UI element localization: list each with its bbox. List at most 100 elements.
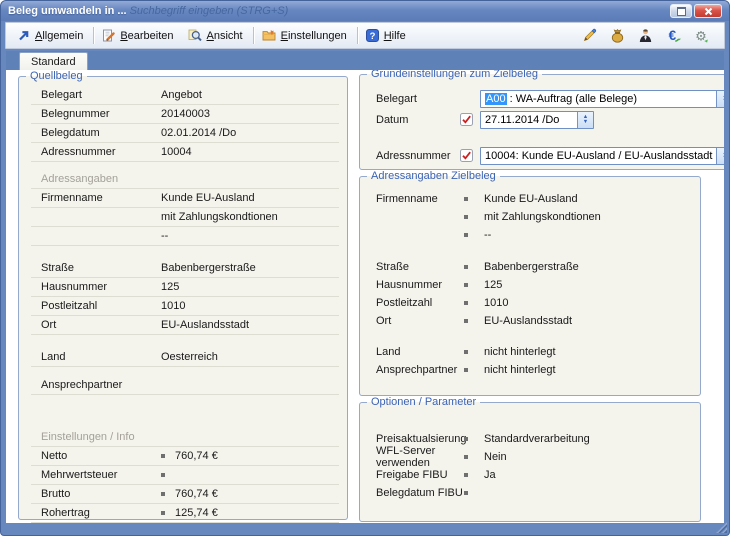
field-row: Mehrwertsteuer <box>31 466 339 485</box>
field-value: Nein <box>484 451 692 463</box>
datum-input[interactable]: 27.11.2014 /Do▲▼ <box>480 111 594 129</box>
field-value: 10004 <box>161 146 339 158</box>
bullet-slot <box>464 197 484 201</box>
checkbox-slot <box>460 149 480 162</box>
groupbox-quellbeleg-title: Quellbeleg <box>26 70 87 82</box>
field-label: Rohertrag <box>31 507 161 519</box>
restore-button[interactable] <box>670 4 692 18</box>
toolbar-pencil-button[interactable] <box>582 28 597 43</box>
field-row: Freigabe FIBUJa <box>376 466 692 484</box>
bullet-icon <box>464 319 468 323</box>
checkbox-slot <box>460 113 480 126</box>
field-row: Brutto760,74 € <box>31 485 339 504</box>
menu-item-label: Allgemein <box>35 30 83 42</box>
bullet-slot <box>464 301 484 305</box>
field-label: Hausnummer <box>31 281 161 293</box>
bullet-icon <box>464 350 468 354</box>
bullet-icon <box>161 454 165 458</box>
field-row: BelegartAngebot <box>31 86 339 105</box>
field-value: Kunde EU-Ausland <box>161 192 339 204</box>
field-label: Postleitzahl <box>376 297 464 309</box>
groupbox-optionen-title: Optionen / Parameter <box>367 396 480 408</box>
bullet-slot <box>464 265 484 269</box>
field-value: Angebot <box>161 89 339 101</box>
bullet-slot <box>464 215 484 219</box>
toolbar-euro-button[interactable]: € <box>666 28 681 43</box>
field-label: Land <box>376 346 464 358</box>
menu-item-label: Einstellungen <box>281 30 347 42</box>
spinner-button[interactable]: ▲▼ <box>577 112 593 128</box>
toolbar-person-button[interactable] <box>638 28 653 43</box>
groupbox-adressangaben-title: Adressangaben Zielbeleg <box>367 170 500 182</box>
resize-grip[interactable] <box>716 522 727 533</box>
field-row: Ansprechpartner <box>31 376 339 395</box>
field-row: FirmennameKunde EU-Ausland <box>376 190 692 208</box>
field-row: mit Zahlungskondtionen <box>31 208 339 227</box>
field-label: Freigabe FIBU <box>376 469 464 481</box>
spinner-down-icon: ▼ <box>722 99 724 104</box>
bullet-slot <box>464 350 484 354</box>
tab-standard[interactable]: Standard <box>19 52 88 70</box>
money-bag-icon <box>610 28 625 43</box>
field-value: mit Zahlungskondtionen <box>161 211 339 223</box>
field-value: 125 <box>161 281 339 293</box>
field-row-adressnummer: Adressnummer10004: Kunde EU-Ausland / EU… <box>376 145 724 166</box>
spinner-button[interactable]: ▲▼ <box>716 148 724 164</box>
checked-checkbox-icon[interactable] <box>460 149 473 162</box>
field-value: EU-Auslandsstadt <box>161 319 339 331</box>
menu-item-allgemein[interactable]: Allgemein <box>11 27 91 44</box>
bullet-icon <box>464 491 468 495</box>
menu-item-ansicht[interactable]: Ansicht <box>182 27 251 44</box>
section-label: Einstellungen / Info <box>31 431 135 443</box>
field-row: WFL-Server verwendenNein <box>376 448 692 466</box>
toolbar-gear-button[interactable]: ⚙ <box>694 28 709 43</box>
adressnummer-input[interactable]: 10004: Kunde EU-Ausland / EU-Auslandssta… <box>480 147 724 165</box>
field-value: -- <box>161 230 339 242</box>
field-label: Postleitzahl <box>31 300 161 312</box>
bullet-slot <box>464 491 484 495</box>
field-row: Postleitzahl1010 <box>376 294 692 312</box>
bullet-slot <box>464 319 484 323</box>
bullet-slot <box>464 233 484 237</box>
folder-settings-icon <box>262 29 276 42</box>
field-value: Babenbergerstraße <box>484 261 692 273</box>
field-row: StraßeBabenbergerstraße <box>31 259 339 278</box>
field-value: Oesterreich <box>161 351 339 363</box>
checked-checkbox-icon[interactable] <box>460 113 473 126</box>
row-spacer <box>31 162 339 170</box>
toolbar-right-icons: €⚙ <box>582 28 719 43</box>
menu-item-label: Hilfe <box>384 30 406 42</box>
field-row: Belegdatum02.01.2014 /Do <box>31 124 339 143</box>
field-row: LandOesterreich <box>31 348 339 367</box>
field-row: OrtEU-Auslandsstadt <box>31 316 339 335</box>
menu-item-bearbeiten[interactable]: Bearbeiten <box>96 27 181 44</box>
bullet-slot <box>464 283 484 287</box>
field-value: nicht hinterlegt <box>484 364 692 376</box>
field-label: Netto <box>31 450 161 462</box>
field-value: nicht hinterlegt <box>484 346 692 358</box>
field-row: -- <box>31 227 339 246</box>
menu-item-hilfe[interactable]: ? Hilfe <box>360 27 414 44</box>
magnifier-icon <box>188 29 202 42</box>
toolbar-money-bag-button[interactable] <box>610 28 625 43</box>
svg-text:?: ? <box>369 31 375 42</box>
field-value: 20140003 <box>161 108 339 120</box>
field-row: Ansprechpartnernicht hinterlegt <box>376 361 692 379</box>
menu-item-label: Ansicht <box>207 30 243 42</box>
adressangaben-rows: FirmennameKunde EU-Auslandmit Zahlungsko… <box>360 182 700 379</box>
search-hint: Suchbegriff eingeben (STRG+S) <box>130 5 289 17</box>
field-label: Firmenname <box>31 192 161 204</box>
close-button[interactable] <box>694 4 722 18</box>
field-label: Ansprechpartner <box>31 379 161 391</box>
field-label: Ort <box>376 315 464 327</box>
help-icon: ? <box>366 29 379 42</box>
field-value: 125,74 € <box>161 507 339 519</box>
menu-item-einstellungen[interactable]: Einstellungen <box>256 27 355 44</box>
belegart-input[interactable]: A00 : WA-Auftrag (alle Belege)▲▼ <box>480 90 724 108</box>
field-row: -- <box>376 226 692 244</box>
spinner-button[interactable]: ▲▼ <box>716 91 724 107</box>
field-row: Postleitzahl1010 <box>31 297 339 316</box>
field-value: 760,74 € <box>161 450 339 462</box>
quellbeleg-rows: BelegartAngebotBelegnummer20140003Belegd… <box>19 82 347 523</box>
menu-items: Allgemein Bearbeiten Ansicht Einstellungen?… <box>11 27 414 44</box>
